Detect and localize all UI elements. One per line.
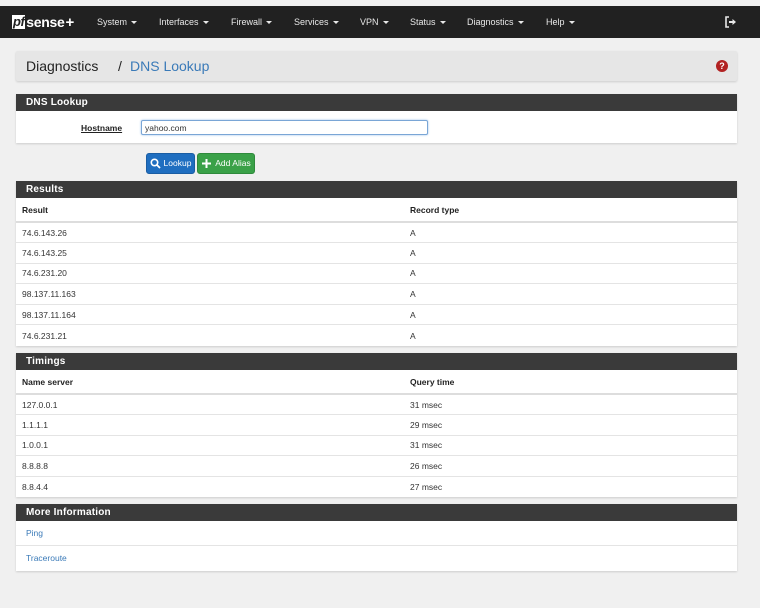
results-table: Result Record type 74.6.143.26 A 74.6.143… (16, 198, 737, 346)
caret-down-icon (131, 21, 138, 25)
breadcrumb-page[interactable]: DNS Lookup (130, 58, 209, 74)
query-time-cell: 26 msec (404, 455, 737, 477)
nav-label: Interfaces (159, 17, 199, 27)
nav-diagnostics-menu[interactable]: Diagnostics (467, 6, 524, 38)
query-time-cell: 29 msec (404, 414, 737, 436)
table-row: 74.6.143.26 A (16, 221, 737, 243)
pfsense-logo[interactable]: pf sense + (12, 13, 74, 31)
nav-label: System (97, 17, 128, 27)
table-row: 127.0.0.1 31 msec (16, 393, 737, 415)
nav-interfaces-menu[interactable]: Interfaces (159, 6, 209, 38)
result-cell: 74.6.143.26 (16, 221, 404, 243)
ping-link[interactable]: Ping (16, 521, 737, 546)
nav-label: Services (294, 17, 329, 27)
plus-icon (202, 159, 212, 168)
table-header-row: Name server Query time (16, 370, 737, 395)
info-links: Ping Traceroute (16, 521, 737, 571)
record-type-cell: A (404, 221, 737, 243)
nav-services-menu[interactable]: Services (294, 6, 339, 38)
table-row: 98.137.11.163 A (16, 283, 737, 305)
traceroute-link[interactable]: Traceroute (16, 546, 737, 571)
name-server-cell: 8.8.8.8 (16, 455, 404, 477)
panel-title: DNS Lookup (16, 94, 737, 111)
caret-down-icon (202, 21, 209, 25)
sign-out-icon[interactable] (724, 15, 738, 29)
column-header-record-type: Record type (404, 198, 737, 223)
caret-down-icon (568, 21, 575, 25)
caret-down-icon (439, 21, 446, 25)
lookup-label: Lookup (163, 158, 192, 168)
lookup-button[interactable]: Lookup (146, 153, 195, 174)
result-cell: 74.6.143.25 (16, 242, 404, 264)
column-header-query-time: Query time (404, 370, 737, 395)
panel-title: Results (16, 181, 737, 198)
nav-label: Status (410, 17, 436, 27)
name-server-cell: 1.0.0.1 (16, 434, 404, 456)
nav-label: Help (546, 17, 565, 27)
name-server-cell: 127.0.0.1 (16, 393, 404, 415)
table-row: 1.0.0.1 31 msec (16, 434, 737, 456)
nav-system-menu[interactable]: System (97, 6, 138, 38)
record-type-cell: A (404, 324, 737, 346)
dns-lookup-panel: DNS Lookup Hostname (16, 94, 737, 143)
table-row: 1.1.1.1 29 msec (16, 414, 737, 436)
nav-vpn-menu[interactable]: VPN (360, 6, 389, 38)
nav-status-menu[interactable]: Status (410, 6, 446, 38)
logo-sense: sense (26, 14, 65, 30)
nav-help-menu[interactable]: Help (546, 6, 575, 38)
timings-table: Name server Query time 127.0.0.1 31 msec … (16, 370, 737, 497)
results-panel: Results Result Record type 74.6.143.26 A … (16, 181, 737, 346)
caret-down-icon (266, 21, 273, 25)
table-row: 74.6.231.20 A (16, 262, 737, 284)
column-header-name-server: Name server (16, 370, 404, 395)
record-type-cell: A (404, 242, 737, 264)
add-alias-label: Add Alias (215, 158, 251, 168)
top-navbar: pf sense + System Interfaces Firewall Se… (0, 6, 760, 38)
table-row: 98.137.11.164 A (16, 303, 737, 325)
panel-title: Timings (16, 353, 737, 370)
nav-firewall-menu[interactable]: Firewall (231, 6, 273, 38)
column-header-result: Result (16, 198, 404, 223)
nav-label: VPN (360, 17, 379, 27)
hostname-label: Hostname (81, 123, 123, 133)
panel-title: More Information (16, 504, 737, 521)
caret-down-icon (382, 21, 389, 25)
breadcrumb-section[interactable]: Diagnostics (26, 58, 98, 74)
add-alias-button[interactable]: Add Alias (197, 153, 255, 174)
nav-label: Firewall (231, 17, 263, 27)
logo-pf: pf (12, 14, 26, 29)
caret-down-icon (517, 21, 524, 25)
timings-panel: Timings Name server Query time 127.0.0.1… (16, 353, 737, 497)
result-cell: 98.137.11.164 (16, 303, 404, 325)
search-icon (150, 158, 161, 169)
more-information-panel: More Information Ping Traceroute (16, 504, 737, 571)
query-time-cell: 31 msec (404, 434, 737, 456)
table-row: 74.6.231.21 A (16, 324, 737, 346)
nav-label: Diagnostics (467, 17, 514, 27)
table-header-row: Result Record type (16, 198, 737, 223)
record-type-cell: A (404, 303, 737, 325)
record-type-cell: A (404, 262, 737, 284)
table-row: 74.6.143.25 A (16, 242, 737, 264)
caret-down-icon (332, 21, 339, 25)
question-circle-icon[interactable]: ? (716, 60, 728, 72)
result-cell: 74.6.231.20 (16, 262, 404, 284)
result-cell: 74.6.231.21 (16, 324, 404, 346)
logo-plus: + (65, 13, 75, 31)
record-type-cell: A (404, 283, 737, 305)
table-row: 8.8.4.4 27 msec (16, 475, 737, 497)
name-server-cell: 8.8.4.4 (16, 475, 404, 497)
query-time-cell: 27 msec (404, 475, 737, 497)
result-cell: 98.137.11.163 (16, 283, 404, 305)
name-server-cell: 1.1.1.1 (16, 414, 404, 436)
table-row: 8.8.8.8 26 msec (16, 455, 737, 477)
breadcrumb-separator: / (118, 58, 122, 74)
hostname-input[interactable] (141, 120, 428, 135)
breadcrumb: Diagnostics / DNS Lookup ? (16, 51, 737, 81)
query-time-cell: 31 msec (404, 393, 737, 415)
